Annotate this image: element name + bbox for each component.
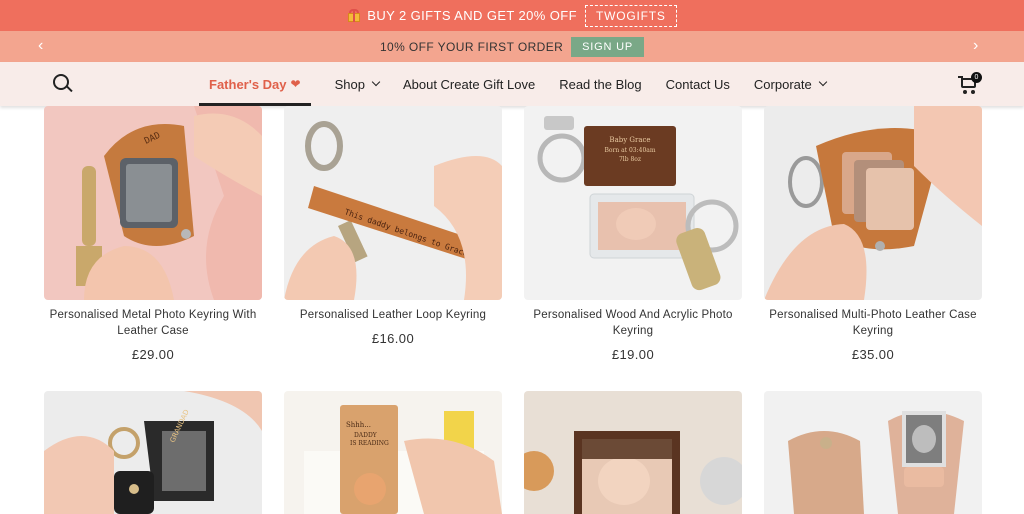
offer-text: 10% OFF YOUR FIRST ORDER bbox=[379, 39, 564, 54]
product-image[interactable]: Shhh... DADDY IS READING bbox=[284, 391, 502, 514]
main-navigation: Father's Day ❤ Shop About Create Gift Lo… bbox=[0, 62, 1024, 106]
engraving-text: DADDY bbox=[354, 432, 378, 439]
chevron-left-icon[interactable]: ‹ bbox=[38, 37, 44, 55]
nav-item-contact[interactable]: Contact Us bbox=[666, 62, 730, 106]
offer-bar: ‹ 10% OFF YOUR FIRST ORDER SIGN UP › bbox=[0, 31, 1024, 62]
nav-item-shop[interactable]: Shop bbox=[334, 62, 381, 106]
product-price: £16.00 bbox=[371, 331, 415, 346]
nav-item-label: Shop bbox=[334, 76, 365, 92]
nav-item-fathers-day[interactable]: Father's Day ❤ bbox=[199, 62, 311, 106]
engraving-text: Shhh... bbox=[346, 421, 371, 429]
engraving-text: IS READING bbox=[350, 440, 389, 447]
product-name[interactable]: Personalised Multi-Photo Leather Case Ke… bbox=[760, 307, 986, 339]
engraving-text: Baby Grace bbox=[609, 136, 650, 144]
engraving-text: Born at 03:40am bbox=[604, 147, 655, 154]
product-name[interactable]: Personalised Metal Photo Keyring With Le… bbox=[40, 307, 266, 339]
promo-text: BUY 2 GIFTS AND GET 20% OFF bbox=[367, 8, 577, 23]
product-name[interactable]: Personalised Leather Loop Keyring bbox=[280, 307, 506, 323]
product-name[interactable]: Personalised Wood And Acrylic Photo Keyr… bbox=[520, 307, 746, 339]
product-image[interactable]: This daddy belongs to Grace bbox=[284, 106, 502, 300]
search-icon[interactable] bbox=[53, 74, 73, 94]
product-image[interactable]: GRANDAD bbox=[44, 391, 262, 514]
engraving-text: 7lb 8oz bbox=[619, 156, 641, 163]
chevron-right-icon[interactable]: › bbox=[973, 37, 979, 55]
nav-item-about[interactable]: About Create Gift Love bbox=[403, 62, 535, 106]
nav-item-label: About Create Gift Love bbox=[402, 76, 536, 92]
sign-up-button[interactable]: SIGN UP bbox=[571, 36, 645, 57]
product-image[interactable]: DAD bbox=[44, 106, 262, 300]
nav-item-label: Corporate bbox=[753, 76, 812, 92]
product-image[interactable] bbox=[764, 106, 982, 300]
chevron-down-icon bbox=[818, 77, 827, 87]
product-price: £19.00 bbox=[611, 347, 655, 362]
nav-item-label: Father's Day bbox=[209, 76, 287, 92]
product-image[interactable] bbox=[764, 391, 982, 514]
nav-item-label: Read the Blog bbox=[559, 76, 642, 92]
gift-icon bbox=[347, 9, 361, 22]
nav-item-blog[interactable]: Read the Blog bbox=[559, 62, 641, 106]
nav-menu: Father's Day ❤ Shop About Create Gift Lo… bbox=[199, 62, 850, 106]
cart-icon[interactable]: 0 bbox=[958, 72, 982, 96]
product-price: £29.00 bbox=[131, 347, 175, 362]
chevron-down-icon bbox=[371, 77, 381, 87]
product-image[interactable]: Baby Grace Born at 03:40am 7lb 8oz bbox=[524, 106, 742, 300]
nav-item-label: Contact Us bbox=[665, 76, 730, 92]
heart-icon: ❤ bbox=[290, 77, 301, 91]
promo-code[interactable]: TWOGIFTS bbox=[584, 4, 677, 27]
product-image[interactable] bbox=[524, 391, 742, 514]
promo-bar: BUY 2 GIFTS AND GET 20% OFF TWOGIFTS bbox=[0, 0, 1024, 31]
cart-count-badge: 0 bbox=[971, 72, 982, 83]
nav-item-corporate[interactable]: Corporate bbox=[753, 62, 827, 106]
product-price: £35.00 bbox=[851, 347, 895, 362]
